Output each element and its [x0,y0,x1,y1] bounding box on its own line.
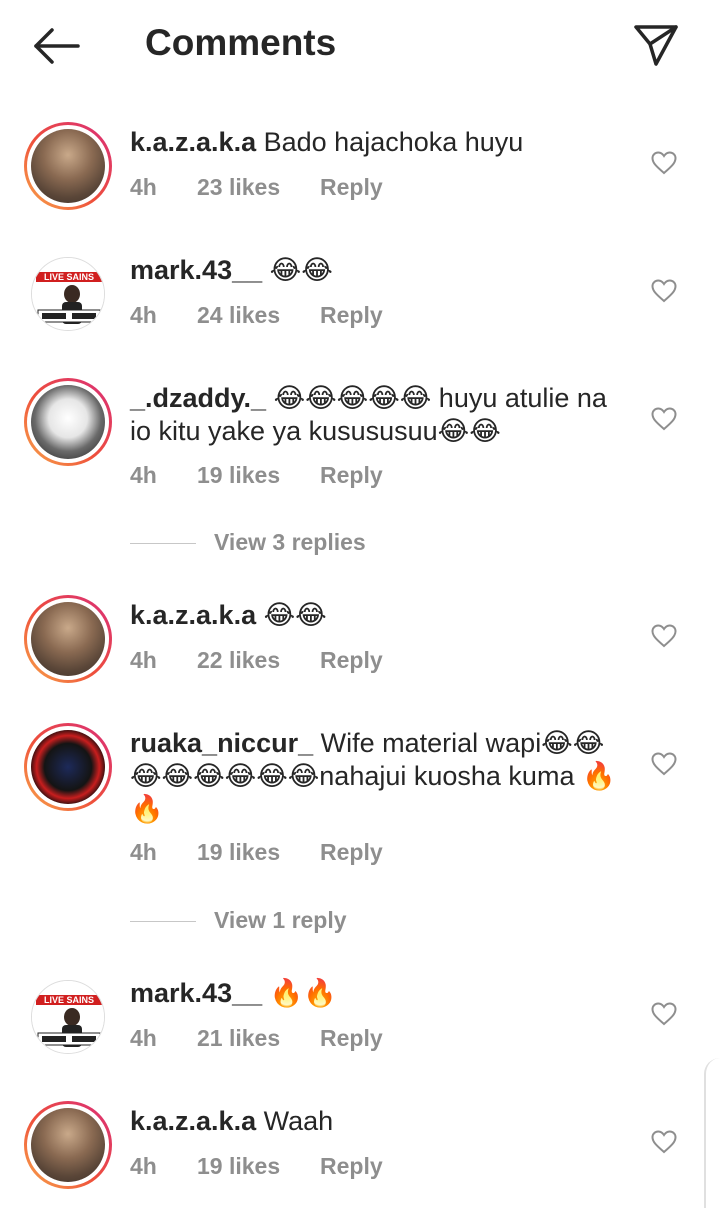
page-title: Comments [145,22,337,63]
share-button[interactable] [630,20,682,68]
comment-likes[interactable]: 19 likes [197,462,280,489]
reply-button[interactable]: Reply [320,174,383,201]
profile-photo-icon: LIVE SAINS [31,980,105,1054]
comment-text: Waah [263,1106,334,1136]
comment-time: 4h [130,647,157,673]
profile-photo-icon [31,129,105,203]
reply-button[interactable]: Reply [320,302,383,329]
comment-time: 4h [130,839,157,865]
heart-outline-icon[interactable] [651,752,677,776]
view-replies-label: View 3 replies [214,529,366,555]
avatar-graphic: LIVE SAINS [32,258,104,330]
profile-photo-icon [31,730,105,804]
heart-outline-icon[interactable] [651,1130,677,1154]
comment-text: 😂😂 [263,600,327,630]
avatar[interactable]: LIVE SAINS [24,250,112,338]
comment-username[interactable]: ruaka_niccur_ [130,728,313,758]
comment-likes[interactable]: 19 likes [197,1153,280,1180]
comment-time: 4h [130,302,157,328]
avatar-banner-text: LIVE SAINS [44,272,94,282]
comment-text: 😂😂 [269,255,333,285]
reply-button[interactable]: Reply [320,839,383,866]
heart-outline-icon[interactable] [651,407,677,431]
comment-likes[interactable]: 22 likes [197,647,280,674]
arrow-left-icon [34,28,80,64]
divider [130,921,196,922]
back-button[interactable] [28,24,84,68]
profile-photo-icon [31,385,105,459]
paper-plane-icon [634,25,678,66]
comment-username[interactable]: k.a.z.a.k.a [130,1106,256,1136]
scroll-edge-indicator [704,1058,720,1208]
avatar[interactable] [24,595,112,683]
comment-likes[interactable]: 19 likes [197,839,280,866]
avatar-graphic: LIVE SAINS [32,981,104,1053]
profile-photo-icon: LIVE SAINS [31,257,105,331]
comment-time: 4h [130,1025,157,1051]
comment-time: 4h [130,174,157,200]
heart-outline-icon[interactable] [651,151,677,175]
comment-likes[interactable]: 23 likes [197,174,280,201]
divider [130,543,196,544]
avatar-banner-text: LIVE SAINS [44,995,94,1005]
comment-username[interactable]: k.a.z.a.k.a [130,127,256,157]
reply-button[interactable]: Reply [320,1025,383,1052]
comment-username[interactable]: mark.43__ [130,255,262,285]
top-bar: Comments [0,0,720,90]
reply-button[interactable]: Reply [320,1153,383,1180]
avatar[interactable] [24,723,112,811]
avatar[interactable] [24,122,112,210]
comment-username[interactable]: k.a.z.a.k.a [130,600,256,630]
comment-username[interactable]: _.dzaddy._ [130,383,266,413]
heart-outline-icon[interactable] [651,279,677,303]
heart-outline-icon[interactable] [651,624,677,648]
view-replies-label: View 1 reply [214,907,347,933]
comment-username[interactable]: mark.43__ [130,978,262,1008]
comment-time: 4h [130,1153,157,1179]
comment-text: Bado hajachoka huyu [263,127,524,157]
profile-photo-icon [31,602,105,676]
comment-likes[interactable]: 21 likes [197,1025,280,1052]
reply-button[interactable]: Reply [320,647,383,674]
comment-time: 4h [130,462,157,488]
comment-likes[interactable]: 24 likes [197,302,280,329]
reply-button[interactable]: Reply [320,462,383,489]
avatar[interactable] [24,378,112,466]
profile-photo-icon [31,1108,105,1182]
heart-outline-icon[interactable] [651,1002,677,1026]
avatar[interactable]: LIVE SAINS [24,973,112,1061]
comment-text: 🔥🔥 [269,978,337,1008]
avatar[interactable] [24,1101,112,1189]
